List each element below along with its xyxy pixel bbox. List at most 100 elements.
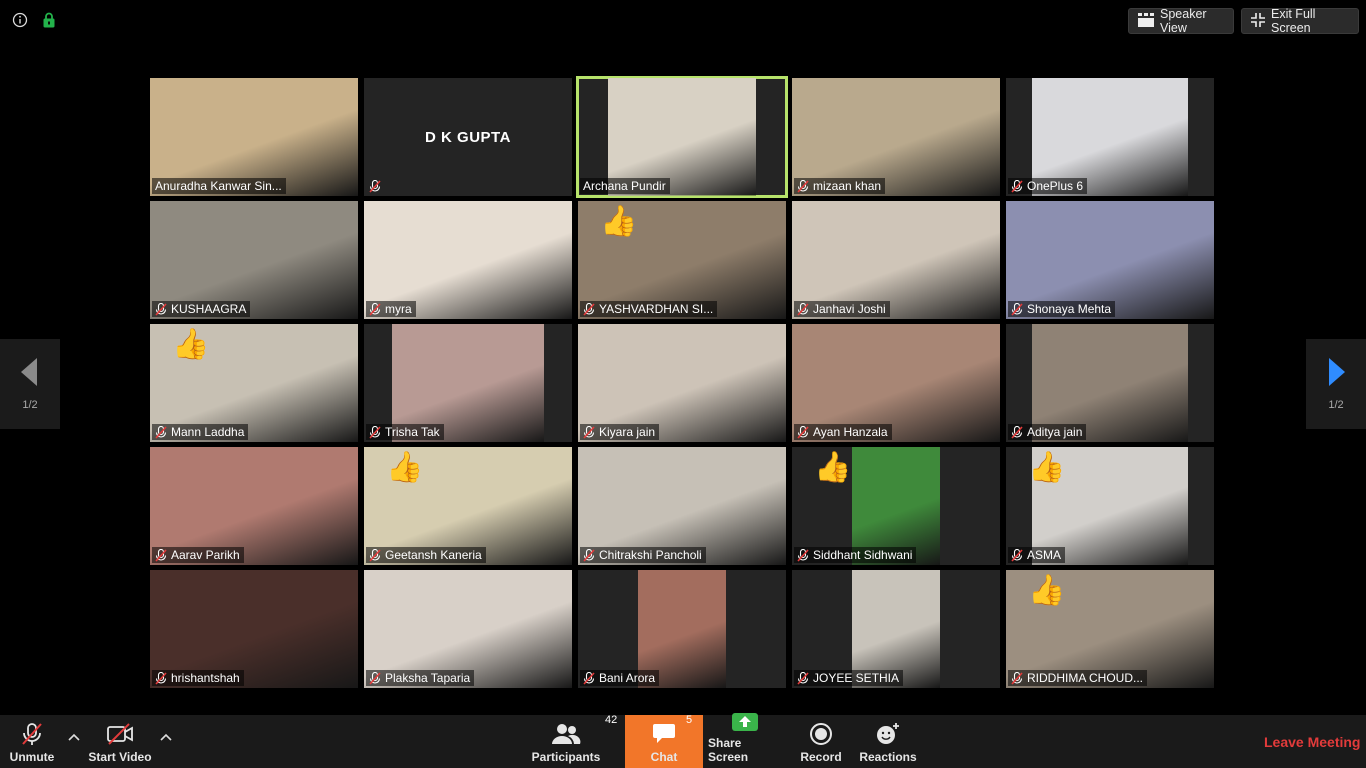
participant-tile[interactable]: 👍 Siddhant Sidhwani <box>792 447 1000 565</box>
previous-page-button[interactable]: 1/2 <box>0 339 60 429</box>
participant-tile[interactable]: Ayan Hanzala <box>792 324 1000 442</box>
share-screen-icon <box>731 711 759 733</box>
share-screen-label: Share Screen <box>708 736 749 764</box>
encryption-lock-icon[interactable] <box>42 12 56 33</box>
participant-tile[interactable]: Aarav Parikh <box>150 447 358 565</box>
thumbs-up-reaction-icon: 👍 <box>600 205 638 238</box>
participant-tile[interactable]: 👍 Mann Laddha <box>150 324 358 442</box>
participant-tile[interactable]: OnePlus 6 <box>1006 78 1214 196</box>
start-video-button[interactable]: Start Video <box>86 715 154 768</box>
participant-tile[interactable]: Anuradha Kanwar Sin... <box>150 78 358 196</box>
unmute-button[interactable]: Unmute <box>4 715 60 768</box>
microphone-muted-icon <box>155 425 167 439</box>
video-gallery-grid: Anuradha Kanwar Sin... D K GUPTA Archana… <box>150 76 1214 688</box>
microphone-muted-icon <box>21 721 43 747</box>
info-icon[interactable] <box>12 12 28 33</box>
participant-name: RIDDHIMA CHOUD... <box>1027 671 1144 685</box>
participant-tile[interactable]: 👍 Geetansh Kaneria <box>364 447 572 565</box>
participant-tile[interactable]: Janhavi Joshi <box>792 201 1000 319</box>
participant-tile[interactable]: 👍 RIDDHIMA CHOUD... <box>1006 570 1214 688</box>
microphone-muted-icon <box>1011 671 1023 685</box>
reactions-button[interactable]: Reactions <box>858 715 918 768</box>
unmute-label: Unmute <box>9 750 55 764</box>
participants-label: Participants <box>531 750 601 764</box>
participant-name: KUSHAAGRA <box>171 302 247 316</box>
participant-tile[interactable]: Shonaya Mehta <box>1006 201 1214 319</box>
participant-tile[interactable]: Kiyara jain <box>578 324 786 442</box>
participant-tile[interactable]: JOYEE SETHIA <box>792 570 1000 688</box>
participant-tile[interactable]: D K GUPTA <box>364 78 572 196</box>
participant-name: Anuradha Kanwar Sin... <box>155 179 282 193</box>
participant-nameplate: ASMA <box>1008 547 1066 563</box>
participant-nameplate: YASHVARDHAN SI... <box>580 301 718 317</box>
meeting-toolbar: Unmute Start Video 42 Participants 5 Cha… <box>0 713 1366 768</box>
arrow-left-icon <box>21 357 39 391</box>
microphone-muted-icon <box>369 671 381 685</box>
participants-button[interactable]: 42 Participants <box>530 714 618 768</box>
microphone-muted-icon <box>583 548 595 562</box>
exit-full-screen-icon <box>1251 12 1265 30</box>
participant-tile[interactable]: Aditya jain <box>1006 324 1214 442</box>
microphone-muted-icon <box>155 671 167 685</box>
participant-tile[interactable]: mizaan khan <box>792 78 1000 196</box>
participant-nameplate: Janhavi Joshi <box>794 301 890 317</box>
participant-name: JOYEE SETHIA <box>813 671 900 685</box>
next-page-button[interactable]: 1/2 <box>1306 339 1366 429</box>
participant-tile[interactable]: myra <box>364 201 572 319</box>
participant-name: Janhavi Joshi <box>813 302 886 316</box>
participant-name: Siddhant Sidhwani <box>813 548 913 562</box>
microphone-muted-icon <box>1011 425 1023 439</box>
participant-name: Geetansh Kaneria <box>385 548 482 562</box>
exit-full-screen-button[interactable]: Exit Full Screen <box>1241 7 1359 35</box>
chat-label: Chat <box>650 750 678 764</box>
participant-name: Mann Laddha <box>171 425 245 439</box>
participant-nameplate: Shonaya Mehta <box>1008 301 1116 317</box>
participant-name: YASHVARDHAN SI... <box>599 302 714 316</box>
speaker-view-label: Speaker View <box>1160 7 1207 35</box>
arrow-right-icon <box>1327 357 1345 391</box>
participant-tile[interactable]: 👍 ASMA <box>1006 447 1214 565</box>
record-button[interactable]: Record <box>796 715 846 768</box>
exit-full-screen-label: Exit Full Screen <box>1271 7 1316 35</box>
participant-name: ASMA <box>1027 548 1062 562</box>
video-options-chevron-icon[interactable] <box>158 729 174 745</box>
participant-nameplate: JOYEE SETHIA <box>794 670 904 686</box>
emoji-reactions-icon <box>875 721 901 747</box>
speaker-view-button[interactable]: Speaker View <box>1128 7 1234 35</box>
record-label: Record <box>800 750 842 764</box>
microphone-muted-icon <box>1011 302 1023 316</box>
audio-options-chevron-icon[interactable] <box>66 729 82 745</box>
thumbs-up-reaction-icon: 👍 <box>814 451 852 484</box>
participant-tile[interactable]: Archana Pundir <box>576 76 788 198</box>
participant-name: Archana Pundir <box>583 179 666 193</box>
leave-meeting-button[interactable]: Leave Meeting <box>1264 734 1360 750</box>
thumbs-up-reaction-icon: 👍 <box>1028 451 1066 484</box>
page-indicator-left: 1/2 <box>22 398 38 411</box>
participant-tile[interactable]: Plaksha Taparia <box>364 570 572 688</box>
participant-tile[interactable]: Trisha Tak <box>364 324 572 442</box>
microphone-muted-icon <box>583 425 595 439</box>
microphone-muted-icon <box>1011 179 1023 193</box>
participants-icon: 42 <box>551 714 617 747</box>
participant-tile[interactable]: Chitrakshi Pancholi <box>578 447 786 565</box>
microphone-muted-icon <box>583 671 595 685</box>
share-screen-button[interactable]: Share Screen <box>708 713 782 768</box>
microphone-muted-icon <box>797 548 809 562</box>
participant-nameplate: Anuradha Kanwar Sin... <box>152 178 286 194</box>
participant-nameplate: Aditya jain <box>1008 424 1087 440</box>
participant-name: Plaksha Taparia <box>385 671 471 685</box>
participant-tile[interactable]: Bani Arora <box>578 570 786 688</box>
participant-nameplate: Trisha Tak <box>366 424 444 440</box>
page-indicator-right: 1/2 <box>1328 398 1344 411</box>
participant-name: Shonaya Mehta <box>1027 302 1112 316</box>
microphone-muted-icon <box>369 548 381 562</box>
participant-nameplate: RIDDHIMA CHOUD... <box>1008 670 1148 686</box>
participant-tile[interactable]: KUSHAAGRA <box>150 201 358 319</box>
chat-button[interactable]: 5 Chat <box>625 714 703 768</box>
thumbs-up-reaction-icon: 👍 <box>386 451 424 484</box>
participant-tile[interactable]: 👍 YASHVARDHAN SI... <box>578 201 786 319</box>
participant-tile[interactable]: hrishantshah <box>150 570 358 688</box>
microphone-muted-icon <box>797 425 809 439</box>
participant-nameplate: Siddhant Sidhwani <box>794 547 917 563</box>
speaker-view-icon <box>1138 12 1154 30</box>
